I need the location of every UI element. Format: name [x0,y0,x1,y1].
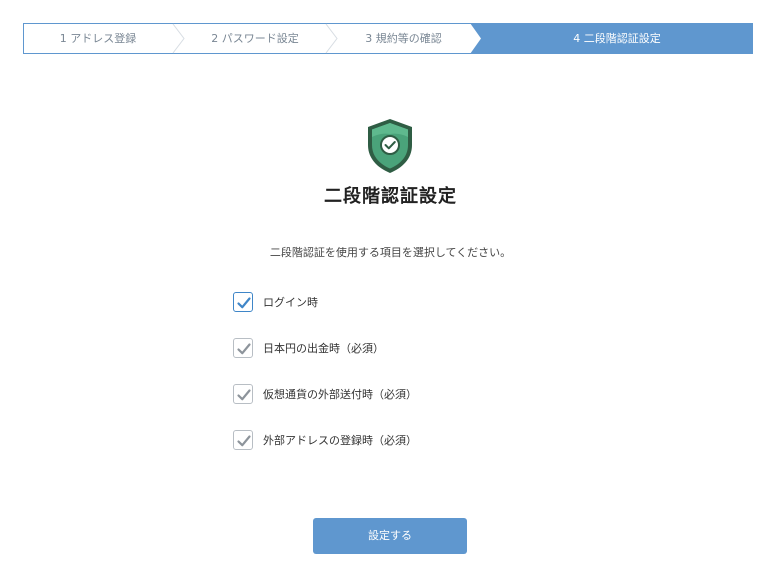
shield-check-icon [368,119,412,173]
crypto-send-checkbox [233,384,253,404]
option-jpy-withdrawal: 日本円の出金時（必須） [233,337,384,359]
address-registration-checkbox [233,430,253,450]
check-icon [237,343,251,355]
option-label: 仮想通貨の外部送付時（必須） [263,388,417,401]
option-external-address-registration: 外部アドレスの登録時（必須） [233,429,417,451]
page-title: 二段階認証設定 [324,186,457,207]
option-label: 外部アドレスの登録時（必須） [263,434,417,447]
option-label: ログイン時 [263,296,318,309]
check-icon [237,389,251,401]
step-2-password: 2 パスワード設定 [211,32,299,45]
option-login[interactable]: ログイン時 [233,291,318,313]
step-3-terms: 3 規約等の確認 [365,32,442,45]
check-icon [237,297,251,309]
jpy-withdrawal-checkbox [233,338,253,358]
check-icon [237,435,251,447]
option-label: 日本円の出金時（必須） [263,342,384,355]
option-crypto-external-send: 仮想通貨の外部送付時（必須） [233,383,417,405]
submit-button[interactable]: 設定する [313,518,467,554]
progress-stepper: 1 アドレス登録 2 パスワード設定 3 規約等の確認 4 二段階認証設定 [23,23,753,54]
step-4-two-factor: 4 二段階認証設定 [573,32,661,45]
login-checkbox[interactable] [233,292,253,312]
instruction-text: 二段階認証を使用する項目を選択してください。 [269,246,512,259]
step-1-address: 1 アドレス登録 [59,32,137,45]
